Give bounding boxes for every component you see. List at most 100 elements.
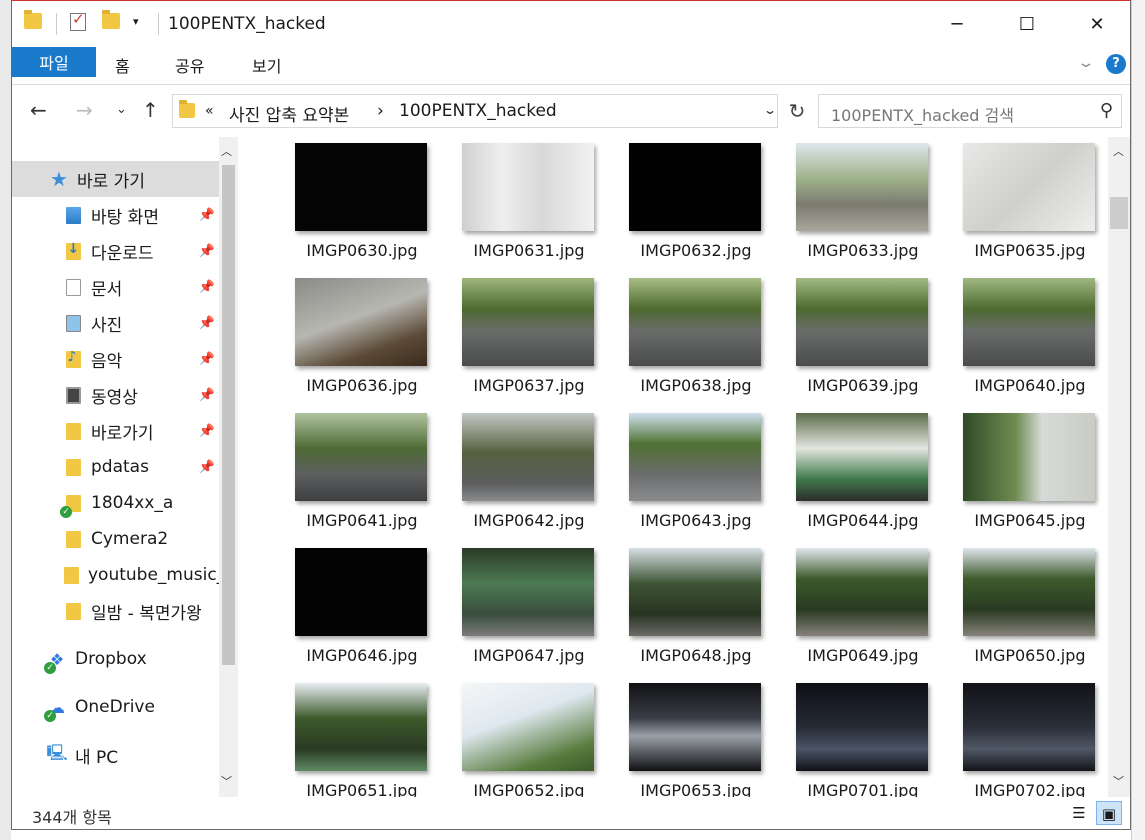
file-thumbnail[interactable] (796, 548, 928, 636)
file-name[interactable]: IMGP0632.jpg (616, 241, 776, 260)
file-thumbnail[interactable] (796, 413, 928, 501)
sidebar-item-dropbox[interactable]: ❖ Dropbox (12, 641, 219, 677)
file-name[interactable]: IMGP0642.jpg (449, 511, 609, 530)
forward-arrow-icon[interactable]: → (76, 98, 93, 122)
help-button[interactable]: ? (1106, 54, 1126, 74)
file-thumbnail[interactable] (963, 143, 1095, 231)
file-name[interactable]: IMGP0646.jpg (282, 646, 442, 665)
file-item[interactable]: IMGP0635.jpg (950, 137, 1100, 272)
file-name[interactable]: IMGP0637.jpg (449, 376, 609, 395)
file-item[interactable]: IMGP0630.jpg (282, 137, 432, 272)
sidebar-item-this-pc[interactable]: 🖳 내 PC (12, 737, 219, 773)
file-name[interactable]: IMGP0653.jpg (616, 781, 776, 797)
sidebar-item-1804xx-a[interactable]: 1804xx_a (12, 485, 219, 521)
file-thumbnail[interactable] (629, 278, 761, 366)
file-item[interactable]: IMGP0702.jpg (950, 677, 1100, 797)
tab-share[interactable]: 공유 (175, 53, 204, 77)
pin-icon[interactable]: 📌 (199, 316, 215, 331)
sidebar-item-pdatas[interactable]: pdatas 📌 (12, 449, 219, 485)
file-item[interactable]: IMGP0653.jpg (616, 677, 766, 797)
scroll-down-icon[interactable]: ﹀ (221, 773, 232, 789)
search-box[interactable]: 100PENTX_hacked 검색 ⚲ (818, 94, 1122, 128)
details-view-icon[interactable]: ☰ (1066, 801, 1092, 825)
back-arrow-icon[interactable]: ← (30, 98, 47, 122)
pin-icon[interactable]: 📌 (199, 244, 215, 259)
file-name[interactable]: IMGP0638.jpg (616, 376, 776, 395)
scroll-up-icon[interactable]: ︿ (221, 143, 232, 159)
file-item[interactable]: IMGP0644.jpg (783, 407, 933, 542)
file-item[interactable]: IMGP0648.jpg (616, 542, 766, 677)
sidebar-item-cymera2[interactable]: Cymera2 (12, 521, 219, 557)
scroll-up-icon[interactable]: ︿ (1113, 143, 1124, 159)
file-item[interactable]: IMGP0637.jpg (449, 272, 599, 407)
minimize-button[interactable]: ─ (922, 1, 992, 47)
file-thumbnail[interactable] (295, 413, 427, 501)
file-thumbnail[interactable] (462, 143, 594, 231)
file-thumbnail[interactable] (295, 278, 427, 366)
up-arrow-icon[interactable]: ↑ (142, 98, 159, 122)
sidebar-item-shortcuts[interactable]: 바로가기 📌 (12, 413, 219, 449)
file-thumbnail[interactable] (796, 278, 928, 366)
file-name[interactable]: IMGP0636.jpg (282, 376, 442, 395)
pin-icon[interactable]: 📌 (199, 352, 215, 367)
file-item[interactable]: IMGP0640.jpg (950, 272, 1100, 407)
breadcrumb-overflow[interactable]: « (205, 103, 214, 119)
file-item[interactable]: IMGP0642.jpg (449, 407, 599, 542)
file-item[interactable]: IMGP0647.jpg (449, 542, 599, 677)
quick-access-toolbar-dropdown-icon[interactable]: ▾ (133, 15, 139, 28)
sidebar-item-downloads[interactable]: 다운로드 📌 (12, 233, 219, 269)
file-item[interactable]: IMGP0646.jpg (282, 542, 432, 677)
file-item[interactable]: IMGP0633.jpg (783, 137, 933, 272)
file-thumbnail[interactable] (796, 143, 928, 231)
search-input[interactable]: 100PENTX_hacked 검색 (831, 102, 1014, 126)
recent-locations-chevron-icon[interactable]: ⌄ (116, 102, 127, 117)
file-name[interactable]: IMGP0644.jpg (783, 511, 943, 530)
file-thumbnail[interactable] (462, 278, 594, 366)
breadcrumb-segment[interactable]: 100PENTX_hacked (399, 101, 557, 121)
file-name[interactable]: IMGP0649.jpg (783, 646, 943, 665)
file-item[interactable]: IMGP0632.jpg (616, 137, 766, 272)
file-name[interactable]: IMGP0647.jpg (449, 646, 609, 665)
file-name[interactable]: IMGP0652.jpg (449, 781, 609, 797)
file-item[interactable]: IMGP0701.jpg (783, 677, 933, 797)
file-thumbnail[interactable] (295, 548, 427, 636)
sidebar-scrollbar[interactable]: ︿ ﹀ (219, 137, 238, 797)
file-item[interactable]: IMGP0651.jpg (282, 677, 432, 797)
file-name[interactable]: IMGP0635.jpg (950, 241, 1108, 260)
file-thumbnail[interactable] (796, 683, 928, 771)
scroll-down-icon[interactable]: ﹀ (1113, 773, 1124, 789)
file-thumbnail[interactable] (462, 683, 594, 771)
file-thumbnail[interactable] (629, 413, 761, 501)
file-thumbnail[interactable] (295, 683, 427, 771)
file-thumbnail[interactable] (629, 548, 761, 636)
refresh-icon[interactable]: ↻ (782, 95, 812, 127)
address-bar[interactable]: « 사진 압축 요약본 › 100PENTX_hacked ⌄ (172, 94, 778, 128)
file-name[interactable]: IMGP0633.jpg (783, 241, 943, 260)
large-icons-view-icon[interactable]: ▣ (1096, 801, 1122, 825)
file-thumbnail[interactable] (629, 683, 761, 771)
sidebar-item-quick-access[interactable]: ★ 바로 가기 (12, 161, 219, 197)
sidebar-item-youtube-music[interactable]: youtube_music_ (12, 557, 225, 593)
file-name[interactable]: IMGP0701.jpg (783, 781, 943, 797)
file-name[interactable]: IMGP0651.jpg (282, 781, 442, 797)
sidebar-scroll-thumb[interactable] (222, 165, 235, 665)
file-item[interactable]: IMGP0641.jpg (282, 407, 432, 542)
sidebar-item-documents[interactable]: 문서 📌 (12, 269, 219, 305)
pin-icon[interactable]: 📌 (199, 280, 215, 295)
pin-icon[interactable]: 📌 (199, 424, 215, 439)
properties-icon[interactable] (70, 10, 88, 33)
file-thumbnail[interactable] (295, 143, 427, 231)
file-name[interactable]: IMGP0640.jpg (950, 376, 1108, 395)
pin-icon[interactable]: 📌 (199, 388, 215, 403)
file-name[interactable]: IMGP0630.jpg (282, 241, 442, 260)
search-icon[interactable]: ⚲ (1100, 100, 1113, 121)
file-thumbnail[interactable] (462, 413, 594, 501)
pin-icon[interactable]: 📌 (199, 208, 215, 223)
file-item[interactable]: IMGP0645.jpg (950, 407, 1100, 542)
sidebar-item-masked-singer[interactable]: 일밤 - 복면가왕 (12, 593, 219, 629)
file-thumbnail[interactable] (963, 278, 1095, 366)
file-item[interactable]: IMGP0638.jpg (616, 272, 766, 407)
maximize-button[interactable]: ☐ (992, 1, 1062, 47)
file-item[interactable]: IMGP0643.jpg (616, 407, 766, 542)
sidebar-item-desktop[interactable]: 바탕 화면 📌 (12, 197, 219, 233)
